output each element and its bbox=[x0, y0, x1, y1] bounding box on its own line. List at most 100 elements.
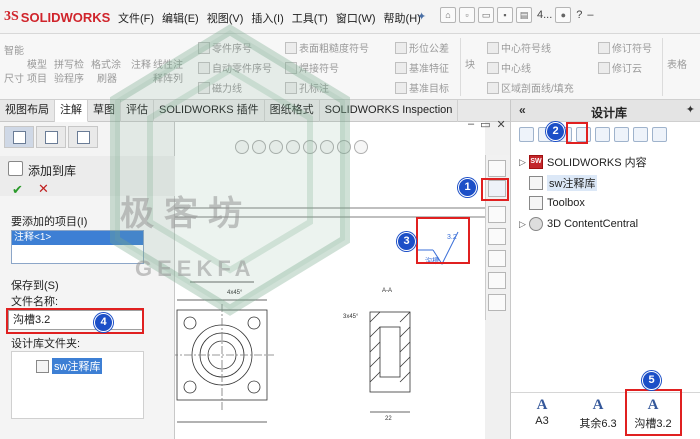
weld-symbol-button[interactable]: 焊接符号 bbox=[285, 60, 339, 75]
highlight-design-library-tab bbox=[481, 178, 509, 201]
solidworks-logo[interactable]: 3S SOLIDWORKS bbox=[4, 8, 110, 26]
menu-help[interactable]: 帮助(H) bbox=[384, 10, 421, 26]
geometric-tolerance-icon bbox=[395, 42, 407, 54]
zoom-area-icon[interactable] bbox=[252, 140, 266, 154]
up-level-icon[interactable] bbox=[633, 127, 648, 142]
auto-balloon-button[interactable]: 自动零件序号 bbox=[198, 60, 272, 75]
highlight-library-item bbox=[625, 389, 682, 436]
area-hatch-button[interactable]: 区域剖面线/填充 bbox=[487, 80, 574, 95]
file-explorer-icon[interactable] bbox=[488, 206, 506, 223]
restore-doc-icon[interactable]: ▭ bbox=[480, 118, 490, 131]
close-doc-icon[interactable]: ✕ bbox=[497, 118, 506, 131]
view-orientation-icon[interactable] bbox=[303, 140, 317, 154]
datum-feature-button[interactable]: 基准特征 bbox=[395, 60, 449, 75]
linear-note-pattern-label: 释阵列 bbox=[153, 74, 183, 85]
callout-badge-1: 1 bbox=[458, 178, 477, 197]
print-icon[interactable]: ▤ bbox=[516, 7, 532, 23]
collapse-chevron-icon[interactable]: « bbox=[519, 103, 526, 117]
pin-panel-icon[interactable]: ✦ bbox=[686, 103, 695, 116]
menu-tools[interactable]: 工具(T) bbox=[292, 10, 328, 26]
back-icon[interactable] bbox=[519, 127, 534, 142]
save-icon[interactable]: ▪ bbox=[497, 7, 513, 23]
cancel-x-icon[interactable]: ✕ bbox=[38, 181, 49, 197]
list-item[interactable]: 注释<1> bbox=[12, 231, 143, 245]
hole-callout-button[interactable]: 孔标注 bbox=[285, 80, 329, 95]
ok-checkmark-icon[interactable]: ✔ bbox=[12, 182, 23, 198]
menu-window[interactable]: 窗口(W) bbox=[336, 10, 376, 26]
format-painter-button[interactable]: 格式涂 bbox=[91, 56, 121, 71]
settings-icon[interactable] bbox=[652, 127, 667, 142]
graphics-area[interactable]: 4x45° A-A 3x45° 22 沟槽 3.2 bbox=[170, 122, 485, 439]
menu-file[interactable]: 文件(F) bbox=[118, 10, 154, 26]
property-manager-tab[interactable] bbox=[36, 126, 66, 148]
tab-annotation[interactable]: 注解 bbox=[55, 100, 88, 122]
display-style-icon[interactable] bbox=[320, 140, 334, 154]
appearances-icon[interactable] bbox=[488, 250, 506, 267]
surface-finish-button[interactable]: 表面粗糙度符号 bbox=[285, 40, 369, 55]
hide-show-icon[interactable] bbox=[337, 140, 351, 154]
revision-cloud-button[interactable]: 修订云 bbox=[598, 60, 642, 75]
revision-symbol-button[interactable]: 修订符号 bbox=[598, 40, 652, 55]
expand-chevron-icon[interactable]: ▷ bbox=[519, 157, 529, 168]
zoom-fit-icon[interactable] bbox=[235, 140, 249, 154]
help-icon[interactable]: ? bbox=[576, 9, 582, 21]
expand-chevron-icon[interactable]: ▷ bbox=[519, 219, 529, 230]
quick-access-more[interactable]: 4... bbox=[537, 9, 552, 21]
bolt-hole bbox=[247, 316, 261, 330]
home-icon[interactable]: ⌂ bbox=[440, 7, 456, 23]
magnetic-line-button[interactable]: 磁力线 bbox=[198, 80, 242, 95]
tab-solidworks-addins[interactable]: SOLIDWORKS 插件 bbox=[154, 100, 265, 122]
command-manager-tabs: 视图布局 注解 草图 评估 SOLIDWORKS 插件 图纸格式 SOLIDWO… bbox=[0, 100, 510, 122]
library-folder-item[interactable]: sw注释库 bbox=[36, 358, 103, 374]
open-icon[interactable]: ▭ bbox=[478, 7, 494, 23]
model-items-button[interactable]: 模型 bbox=[27, 56, 47, 71]
block-button[interactable]: 块 bbox=[465, 56, 475, 71]
smart-dimension-button[interactable]: 智能 bbox=[4, 42, 24, 57]
appearance-icon[interactable] bbox=[354, 140, 368, 154]
pin-icon[interactable]: ✦ bbox=[417, 10, 426, 23]
tables-button[interactable]: 表格 bbox=[667, 56, 687, 71]
user-icon[interactable]: ● bbox=[555, 7, 572, 23]
feature-manager-tab[interactable] bbox=[4, 126, 34, 148]
config-manager-tab[interactable] bbox=[68, 126, 98, 148]
new-document-icon[interactable]: ▫ bbox=[459, 7, 475, 23]
menu-edit[interactable]: 编辑(E) bbox=[162, 10, 199, 26]
tree-item-3d-contentcentral[interactable]: ▷ 3D ContentCentral bbox=[519, 217, 638, 231]
spell-check-button[interactable]: 拼写检 bbox=[54, 56, 84, 71]
note-button[interactable]: 注释 bbox=[131, 56, 151, 71]
menu-view[interactable]: 视图(V) bbox=[207, 10, 244, 26]
tab-evaluate[interactable]: 评估 bbox=[121, 100, 154, 122]
tab-solidworks-inspection[interactable]: SOLIDWORKS Inspection bbox=[320, 100, 459, 122]
hatch bbox=[369, 356, 381, 368]
section-view bbox=[369, 311, 411, 413]
minimize-doc-icon[interactable]: – bbox=[468, 118, 474, 131]
drawing-sheet: 4x45° A-A 3x45° 22 沟槽 3.2 bbox=[170, 207, 485, 423]
datum-target-button[interactable]: 基准目标 bbox=[395, 80, 449, 95]
ds-logo-icon: 3S bbox=[4, 9, 19, 24]
items-to-add-list[interactable]: 注释<1> bbox=[11, 230, 144, 264]
forum-icon[interactable] bbox=[488, 294, 506, 311]
library-item-a3[interactable]: A A3 bbox=[517, 397, 567, 427]
view-palette-icon[interactable] bbox=[488, 228, 506, 245]
refresh-icon[interactable] bbox=[614, 127, 629, 142]
centerline-button[interactable]: 中心线 bbox=[487, 60, 531, 75]
library-item-other-6-3[interactable]: A 其余6.3 bbox=[573, 397, 623, 431]
section-view-icon[interactable] bbox=[286, 140, 300, 154]
center-mark-button[interactable]: 中心符号线 bbox=[487, 40, 551, 55]
menu-insert[interactable]: 插入(I) bbox=[251, 10, 283, 26]
tree-item-solidworks-content[interactable]: ▷ SW SOLIDWORKS 内容 bbox=[519, 154, 647, 170]
minimize-icon[interactable]: – bbox=[587, 9, 593, 21]
tree-item-sw-annotation-library[interactable]: sw注释库 bbox=[529, 175, 598, 191]
create-new-folder-icon[interactable] bbox=[595, 127, 610, 142]
tab-sheet-format[interactable]: 图纸格式 bbox=[265, 100, 320, 122]
geometric-tolerance-button[interactable]: 形位公差 bbox=[395, 40, 449, 55]
tab-sketch[interactable]: 草图 bbox=[88, 100, 121, 122]
custom-properties-icon[interactable] bbox=[488, 272, 506, 289]
tab-view-layout[interactable]: 视图布局 bbox=[0, 100, 55, 122]
library-folder-tree[interactable]: sw注释库 bbox=[11, 351, 144, 419]
linear-note-pattern-button[interactable]: 线性注 bbox=[153, 56, 183, 71]
tree-item-toolbox[interactable]: Toolbox bbox=[529, 196, 585, 210]
solidworks-resources-icon[interactable] bbox=[488, 160, 506, 177]
previous-view-icon[interactable] bbox=[269, 140, 283, 154]
balloon-button[interactable]: 零件序号 bbox=[198, 40, 252, 55]
